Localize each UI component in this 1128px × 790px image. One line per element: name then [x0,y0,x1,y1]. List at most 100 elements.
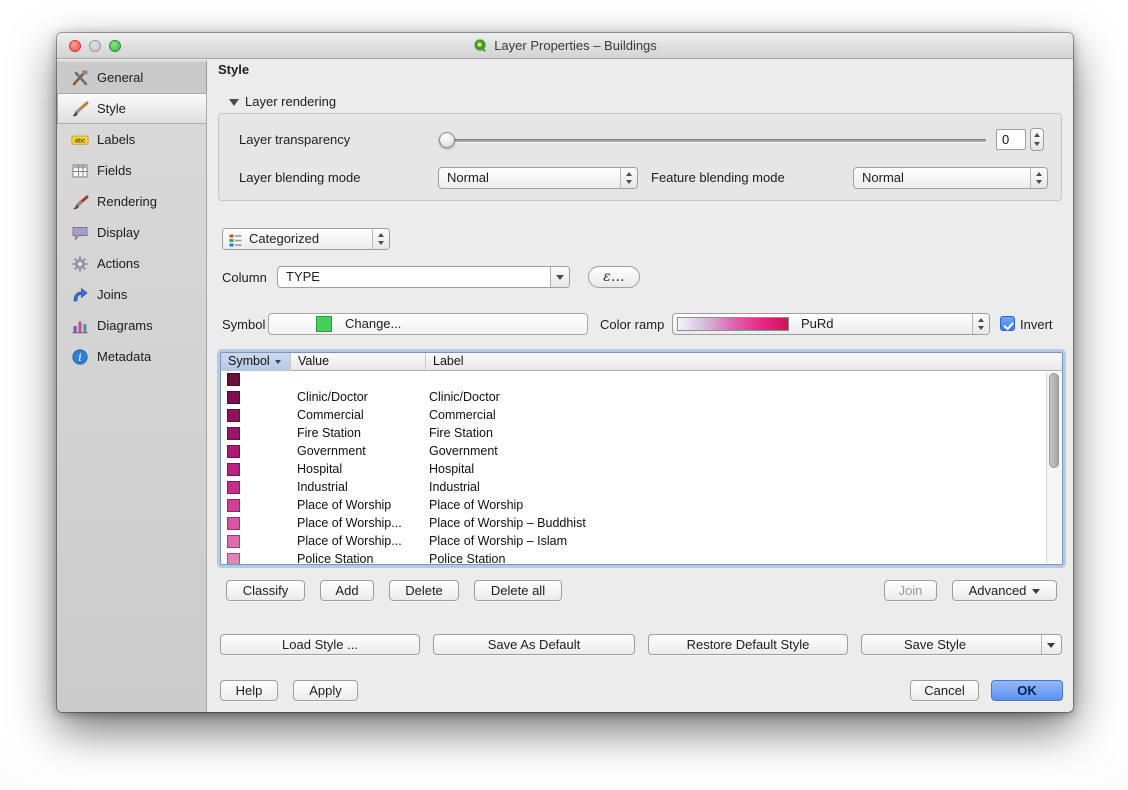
combobox-arrow-icon[interactable] [550,267,569,287]
table-row[interactable]: Clinic/Doctor Clinic/Doctor [221,389,1046,407]
step-up-icon [1034,133,1040,137]
class-label: Place of Worship [429,498,523,512]
sidebar-item-rendering[interactable]: Rendering [57,186,207,217]
color-ramp-preview [677,317,789,331]
layer-blending-dropdown[interactable]: Normal [438,167,638,189]
transparency-stepper[interactable] [1030,128,1044,151]
column-combobox[interactable]: TYPE [277,266,570,288]
symbol-change-label: Change... [345,314,401,334]
table-row[interactable]: Place of Worship... Place of Worship – I… [221,533,1046,551]
scrollbar-thumb[interactable] [1049,373,1059,468]
class-value: Place of Worship... [297,534,402,548]
table-row[interactable]: Police Station Police Station [221,551,1046,565]
help-button[interactable]: Help [220,680,278,701]
symbol-column-header[interactable]: Symbol [221,353,291,371]
delete-button[interactable]: Delete [389,580,459,601]
delete-all-button[interactable]: Delete all [474,580,562,601]
layer-transparency-label: Layer transparency [239,132,350,147]
class-color-swatch[interactable] [227,427,240,440]
class-label: Place of Worship – Islam [429,534,567,548]
sidebar-item-fields[interactable]: Fields [57,155,207,186]
disclosure-triangle-icon[interactable] [229,99,239,106]
table-row[interactable] [221,371,1046,389]
save-style-button[interactable]: Save Style [861,634,1062,655]
save-style-menu-arrow[interactable] [1041,635,1061,654]
sidebar-item-metadata[interactable]: i Metadata [57,341,207,372]
sidebar-item-style[interactable]: Style [57,93,207,124]
class-color-swatch[interactable] [227,445,240,458]
table-row[interactable]: Place of Worship... Place of Worship – B… [221,515,1046,533]
zoom-button[interactable] [109,40,121,52]
transparency-slider[interactable] [441,139,986,142]
sidebar-item-display[interactable]: Display [57,217,207,248]
table-icon [70,161,89,180]
info-icon: i [70,347,89,366]
table-row[interactable]: Hospital Hospital [221,461,1046,479]
add-button[interactable]: Add [320,580,374,601]
class-color-swatch[interactable] [227,517,240,530]
class-color-swatch[interactable] [227,553,240,565]
sidebar-item-labels[interactable]: abc Labels [57,124,207,155]
table-row[interactable]: Fire Station Fire Station [221,425,1046,443]
table-row[interactable]: Government Government [221,443,1046,461]
class-color-swatch[interactable] [227,535,240,548]
sidebar-item-actions[interactable]: Actions [57,248,207,279]
color-ramp-dropdown[interactable]: PuRd [672,313,990,335]
symbol-change-button[interactable]: Change... [268,313,588,335]
cancel-button[interactable]: Cancel [910,680,979,701]
abc-label-icon: abc [70,130,89,149]
close-button[interactable] [69,40,81,52]
class-value: Hospital [297,462,342,476]
sidebar-item-diagrams[interactable]: Diagrams [57,310,207,341]
load-style-button[interactable]: Load Style ... [220,634,420,655]
title-bar[interactable]: Layer Properties – Buildings [57,33,1073,59]
minimize-button[interactable] [89,40,101,52]
sidebar-item-label: Display [97,225,140,240]
layer-rendering-group: Layer transparency 0 Layer blending mode… [218,113,1062,201]
class-value: Government [297,444,366,458]
invert-checkbox[interactable] [1000,316,1015,331]
expression-builder-button[interactable]: ε… [588,266,640,288]
svg-text:i: i [78,351,82,364]
table-row[interactable]: Industrial Industrial [221,479,1046,497]
label-column-header[interactable]: Label [426,353,1048,371]
save-as-default-button[interactable]: Save As Default [433,634,635,655]
sidebar-item-label: Metadata [97,349,151,364]
class-color-swatch[interactable] [227,373,240,386]
sidebar-item-joins[interactable]: Joins [57,279,207,310]
join-button[interactable]: Join [884,580,937,601]
table-row[interactable]: Place of Worship Place of Worship [221,497,1046,515]
column-label: Column [222,270,267,285]
class-color-swatch[interactable] [227,481,240,494]
class-color-swatch[interactable] [227,391,240,404]
tools-icon [70,68,89,87]
advanced-label: Advanced [969,583,1027,598]
class-value: Police Station [297,552,373,565]
apply-button[interactable]: Apply [293,680,358,701]
advanced-button[interactable]: Advanced [952,580,1057,601]
class-color-swatch[interactable] [227,499,240,512]
invert-label[interactable]: Invert [1020,317,1053,332]
table-row[interactable]: Commercial Commercial [221,407,1046,425]
class-color-swatch[interactable] [227,409,240,422]
ok-button[interactable]: OK [991,680,1063,701]
dropdown-arrows-icon [372,229,389,249]
vertical-scrollbar[interactable] [1046,372,1061,563]
sidebar-item-label: Diagrams [97,318,153,333]
value-column-header[interactable]: Value [291,353,426,371]
classes-table[interactable]: Symbol Value Label Clinic/Doctor Clinic/… [220,352,1063,565]
chevron-down-icon [1047,643,1055,648]
sidebar-item-label: Actions [97,256,140,271]
transparency-slider-handle[interactable] [439,132,455,148]
class-value: Place of Worship [297,498,391,512]
restore-default-style-button[interactable]: Restore Default Style [648,634,848,655]
dropdown-arrows-icon [972,314,989,334]
transparency-value-field[interactable]: 0 [996,129,1026,150]
feature-blending-dropdown[interactable]: Normal [853,167,1048,189]
class-color-swatch[interactable] [227,463,240,476]
sidebar-item-general[interactable]: General [57,62,207,93]
classify-button[interactable]: Classify [226,580,305,601]
renderer-type-dropdown[interactable]: Categorized [222,228,390,250]
class-value: Clinic/Doctor [297,390,368,404]
layer-rendering-title[interactable]: Layer rendering [245,94,336,109]
